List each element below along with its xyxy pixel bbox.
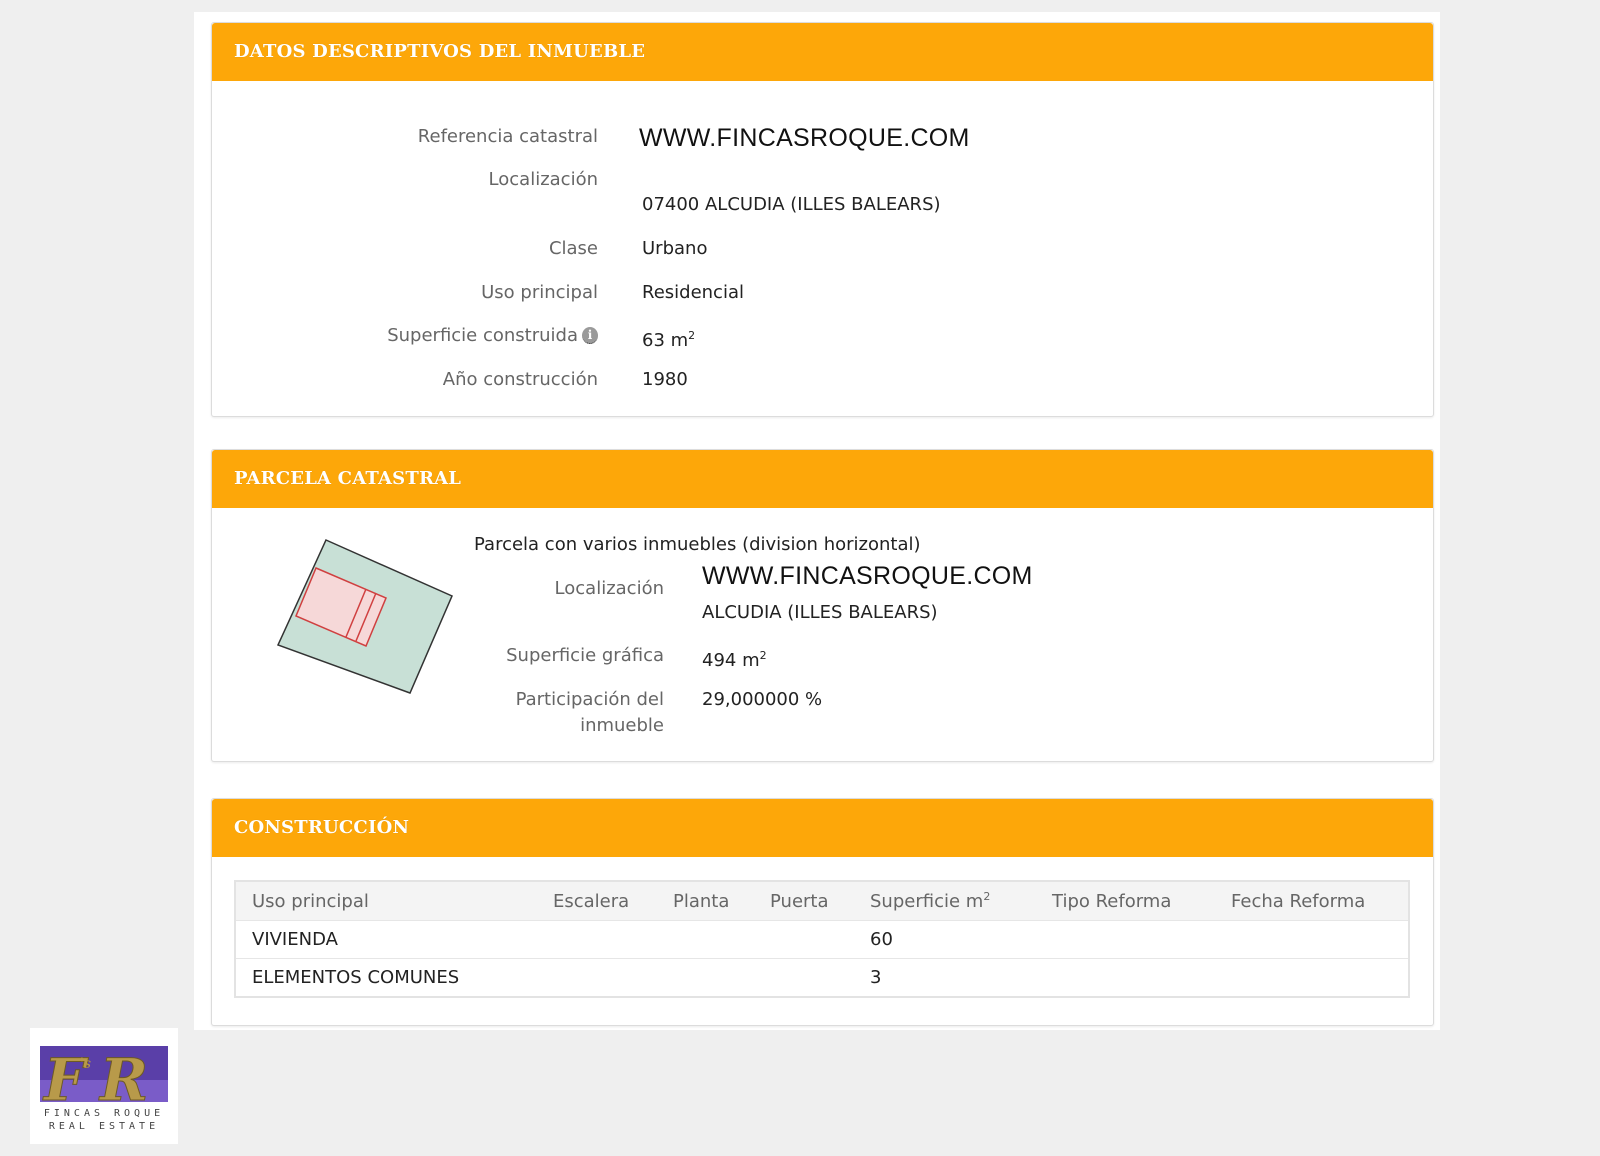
col-planta: Planta: [657, 881, 754, 921]
parcela-header: PARCELA CATASTRAL: [212, 450, 1433, 508]
table-row: ELEMENTOS COMUNES 3: [235, 958, 1409, 998]
parcela-localizacion-web: WWW.FINCASROQUE.COM: [702, 562, 1033, 590]
col-fecha-reforma: Fecha Reforma: [1215, 881, 1409, 921]
clase-value: Urbano: [642, 238, 708, 259]
participacion-value: 29,000000 %: [702, 689, 823, 710]
cell-puerta: [754, 920, 854, 959]
parcela-panel: PARCELA CATASTRAL Parcela con varios inm…: [211, 449, 1434, 762]
parcela-map[interactable]: [276, 538, 456, 698]
superficie-construida-exp: 2: [688, 329, 696, 342]
datos-inmueble-panel: DATOS DESCRIPTIVOS DEL INMUEBLE Referenc…: [211, 22, 1434, 417]
superficie-grafica-exp: 2: [759, 649, 767, 662]
localizacion-value: 07400 ALCUDIA (ILLES BALEARS): [642, 194, 941, 215]
logo-text-line2: REAL ESTATE: [48, 1121, 160, 1132]
ano-construccion-label: Año construcción: [442, 369, 598, 390]
cell-planta: [657, 958, 754, 998]
cell-tipo-reforma: [1036, 958, 1215, 998]
referencia-label: Referencia catastral: [417, 126, 598, 147]
superficie-grafica-label: Superficie gráfica: [506, 645, 664, 666]
svg-text:'s: 's: [80, 1056, 91, 1072]
superficie-construida-value: 63 m2: [642, 323, 695, 354]
col-escalera: Escalera: [537, 881, 657, 921]
construccion-panel: CONSTRUCCIÓN Uso principal Escalera Plan…: [211, 798, 1434, 1026]
cell-planta: [657, 920, 754, 959]
superficie-construida-number: 63 m: [642, 330, 689, 351]
construccion-header: CONSTRUCCIÓN: [212, 799, 1433, 857]
ano-construccion-value: 1980: [642, 369, 688, 390]
logo-mark: F 's R: [40, 1046, 168, 1115]
col-superficie-exp: 2: [983, 890, 991, 903]
cell-fecha-reforma: [1215, 920, 1409, 959]
cell-superficie: 60: [854, 920, 1036, 959]
col-uso-principal: Uso principal: [235, 881, 537, 921]
cell-superficie: 3: [854, 958, 1036, 998]
parcela-localizacion-label: Localización: [554, 578, 664, 599]
clase-label: Clase: [548, 238, 598, 259]
cell-uso: ELEMENTOS COMUNES: [235, 958, 537, 998]
svg-text:R: R: [98, 1046, 148, 1114]
datos-inmueble-header: DATOS DESCRIPTIVOS DEL INMUEBLE: [212, 23, 1433, 81]
superficie-construida-text: Superficie construida: [387, 325, 578, 346]
info-icon[interactable]: i: [582, 327, 598, 344]
participacion-label-line1: Participación del: [515, 689, 664, 710]
content-page: DATOS DESCRIPTIVOS DEL INMUEBLE Referenc…: [194, 12, 1440, 1030]
uso-principal-label: Uso principal: [481, 282, 598, 303]
col-superficie: Superficie m2: [854, 881, 1036, 921]
col-tipo-reforma: Tipo Reforma: [1036, 881, 1215, 921]
superficie-grafica-number: 494 m: [702, 650, 760, 671]
cell-uso: VIVIENDA: [235, 920, 537, 959]
parcela-subtitle: Parcela con varios inmuebles (division h…: [474, 534, 921, 555]
participacion-label: Participación del inmueble: [212, 687, 664, 739]
col-puerta: Puerta: [754, 881, 854, 921]
cell-tipo-reforma: [1036, 920, 1215, 959]
logo-text-line1: FINCAS ROQUE: [43, 1108, 165, 1119]
superficie-grafica-value: 494 m2: [702, 643, 767, 674]
uso-principal-value: Residencial: [642, 282, 744, 303]
construccion-table: Uso principal Escalera Planta Puerta Sup…: [234, 880, 1410, 998]
table-header-row: Uso principal Escalera Planta Puerta Sup…: [235, 881, 1409, 921]
referencia-value: WWW.FINCASROQUE.COM: [639, 124, 970, 152]
localizacion-label: Localización: [488, 169, 598, 190]
col-superficie-text: Superficie m: [870, 891, 984, 912]
cell-escalera: [537, 920, 657, 959]
superficie-construida-label: Superficie construida i: [212, 323, 598, 349]
cell-escalera: [537, 958, 657, 998]
table-row: VIVIENDA 60: [235, 920, 1409, 959]
cell-fecha-reforma: [1215, 958, 1409, 998]
fincas-roque-logo: F 's R FINCAS ROQUE REAL ESTATE: [30, 1028, 178, 1144]
parcela-localizacion-value: ALCUDIA (ILLES BALEARS): [702, 602, 938, 623]
participacion-label-line2: inmueble: [580, 715, 664, 736]
cell-puerta: [754, 958, 854, 998]
